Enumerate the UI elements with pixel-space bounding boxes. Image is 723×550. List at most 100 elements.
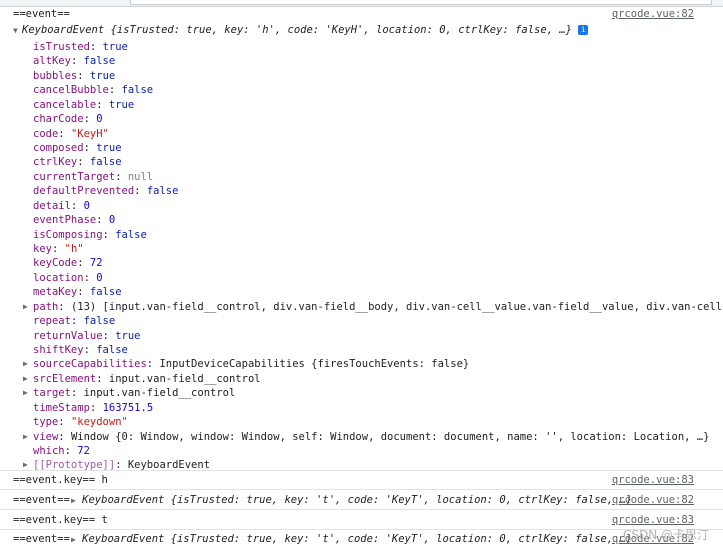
property-separator: : xyxy=(108,84,122,97)
property-separator: : xyxy=(102,228,116,241)
property-key: returnValue xyxy=(33,329,103,342)
property-key: srcElement xyxy=(33,372,97,385)
log-message: ==event== xyxy=(13,533,77,545)
console-log-entry: ==event== ▶ KeyboardEvent {isTrusted: tr… xyxy=(0,530,723,549)
property-value: 163751.5 xyxy=(102,401,154,414)
expand-triangle-icon[interactable]: ▶ xyxy=(23,357,28,371)
console-log-entry: ==event.key== h qrcode.vue:83 xyxy=(0,471,723,490)
property-row: code: "KeyH" xyxy=(33,127,109,141)
property-key: isComposing xyxy=(33,228,103,241)
property-row: metaKey: false xyxy=(33,285,122,299)
object-summary[interactable]: KeyboardEvent {isTrusted: true, key: 'h'… xyxy=(22,24,589,36)
property-separator: : xyxy=(89,41,103,53)
expand-triangle-icon[interactable]: ▶ xyxy=(71,496,76,505)
console-log-entry: ==event.key== t qrcode.vue:83 xyxy=(0,511,723,530)
property-key: timeStamp xyxy=(33,401,90,414)
property-row: key: "h" xyxy=(33,242,84,256)
property-key: [[Prototype]] xyxy=(33,459,116,472)
property-value: "keydown" xyxy=(70,416,128,429)
property-separator: : xyxy=(115,170,128,183)
property-row: shiftKey: false xyxy=(33,343,128,357)
property-key: type xyxy=(33,416,59,429)
property-separator: : xyxy=(64,445,78,458)
property-value: input.van-field__control xyxy=(83,387,236,400)
property-row[interactable]: view: Window {0: Window, window: Window,… xyxy=(33,430,709,444)
property-separator: : xyxy=(58,430,71,443)
expand-triangle-icon[interactable]: ▶ xyxy=(23,386,28,400)
property-separator: : xyxy=(58,416,71,429)
property-separator: : xyxy=(83,271,97,284)
property-row: cancelBubble: false xyxy=(33,83,153,97)
property-row: repeat: false xyxy=(33,314,115,328)
property-key: which xyxy=(33,445,65,458)
property-row: currentTarget: null xyxy=(33,170,153,184)
source-link[interactable]: qrcode.vue:83 xyxy=(612,514,694,526)
property-value: "KeyH" xyxy=(70,127,109,140)
log-message: ==event== xyxy=(13,8,70,20)
property-value: false xyxy=(115,228,147,241)
property-key: metaKey xyxy=(33,286,78,299)
collapsed-object-summary[interactable]: ▶ KeyboardEvent {isTrusted: true, key: '… xyxy=(71,533,632,545)
expand-triangle-icon[interactable]: ▶ xyxy=(71,535,76,544)
property-key: view xyxy=(33,430,59,443)
property-key: composed xyxy=(33,142,84,154)
property-value: false xyxy=(83,55,116,68)
property-row: defaultPrevented: false xyxy=(33,184,178,198)
property-value: true xyxy=(102,41,128,53)
expand-triangle-icon[interactable]: ▶ xyxy=(23,430,28,444)
property-row: keyCode: 72 xyxy=(33,256,103,270)
property-separator: : xyxy=(51,243,65,256)
log-message: ==event.key== t xyxy=(13,514,108,526)
expand-triangle-icon[interactable]: ▶ xyxy=(23,372,28,386)
property-value: (13) [input.van-field__control, div.van-… xyxy=(70,300,723,313)
expand-triangle-icon[interactable]: ▶ xyxy=(23,300,28,314)
object-preview: {isTrusted: true, key: 'h', code: 'KeyH'… xyxy=(110,24,572,36)
property-separator: : xyxy=(96,372,109,385)
console-log-entry: ==event== qrcode.vue:82 xyxy=(0,8,723,22)
property-row: timeStamp: 163751.5 xyxy=(33,401,153,415)
property-value: true xyxy=(115,329,141,342)
source-link[interactable]: qrcode.vue:82 xyxy=(612,494,694,506)
property-row: ctrlKey: false xyxy=(33,155,122,169)
property-separator: : xyxy=(96,214,109,227)
property-row: cancelable: true xyxy=(33,98,134,112)
property-value: Window {0: Window, window: Window, self:… xyxy=(70,430,710,443)
object-type: KeyboardEvent xyxy=(22,24,105,36)
log-message: ==event.key== h xyxy=(13,474,108,486)
property-key: repeat xyxy=(33,315,71,328)
property-value: false xyxy=(83,315,116,328)
property-key: currentTarget xyxy=(33,170,116,183)
property-row: detail: 0 xyxy=(33,199,90,213)
property-row[interactable]: sourceCapabilities: InputDeviceCapabilit… xyxy=(33,357,469,371)
property-value: true xyxy=(96,142,122,154)
collapsed-object-summary[interactable]: ▶ KeyboardEvent {isTrusted: true, key: '… xyxy=(71,494,632,506)
property-key: shiftKey xyxy=(33,344,84,357)
info-icon[interactable]: i xyxy=(578,25,589,35)
property-separator: : xyxy=(134,185,147,198)
expanded-object: ▼ KeyboardEvent {isTrusted: true, key: '… xyxy=(0,21,723,471)
property-value: 0 xyxy=(96,113,103,126)
property-row[interactable]: target: input.van-field__control xyxy=(33,386,235,400)
property-key: path xyxy=(33,300,59,313)
property-row[interactable]: srcElement: input.van-field__control xyxy=(33,372,261,386)
property-separator: : xyxy=(70,199,84,212)
property-row: charCode: 0 xyxy=(33,112,103,126)
property-separator: : xyxy=(77,156,90,169)
property-value: 72 xyxy=(89,257,103,270)
property-row: isComposing: false xyxy=(33,228,147,242)
property-key: sourceCapabilities xyxy=(33,358,147,371)
property-row[interactable]: path: (13) [input.van-field__control, di… xyxy=(33,300,723,314)
property-key: charCode xyxy=(33,113,84,126)
property-row: eventPhase: 0 xyxy=(33,213,115,227)
source-link[interactable]: qrcode.vue:82 xyxy=(612,8,694,20)
property-key: code xyxy=(33,127,59,140)
console-filter-input[interactable] xyxy=(130,0,712,5)
source-link[interactable]: qrcode.vue:83 xyxy=(612,474,694,486)
property-separator: : xyxy=(77,286,90,299)
property-key: cancelBubble xyxy=(33,84,109,97)
console-filter-bar xyxy=(0,0,723,7)
property-value: InputDeviceCapabilities {firesTouchEvent… xyxy=(159,358,470,371)
collapse-triangle-icon[interactable]: ▼ xyxy=(13,26,18,35)
property-separator: : xyxy=(89,401,103,414)
console-log-entry: ==event== ▶ KeyboardEvent {isTrusted: tr… xyxy=(0,491,723,510)
